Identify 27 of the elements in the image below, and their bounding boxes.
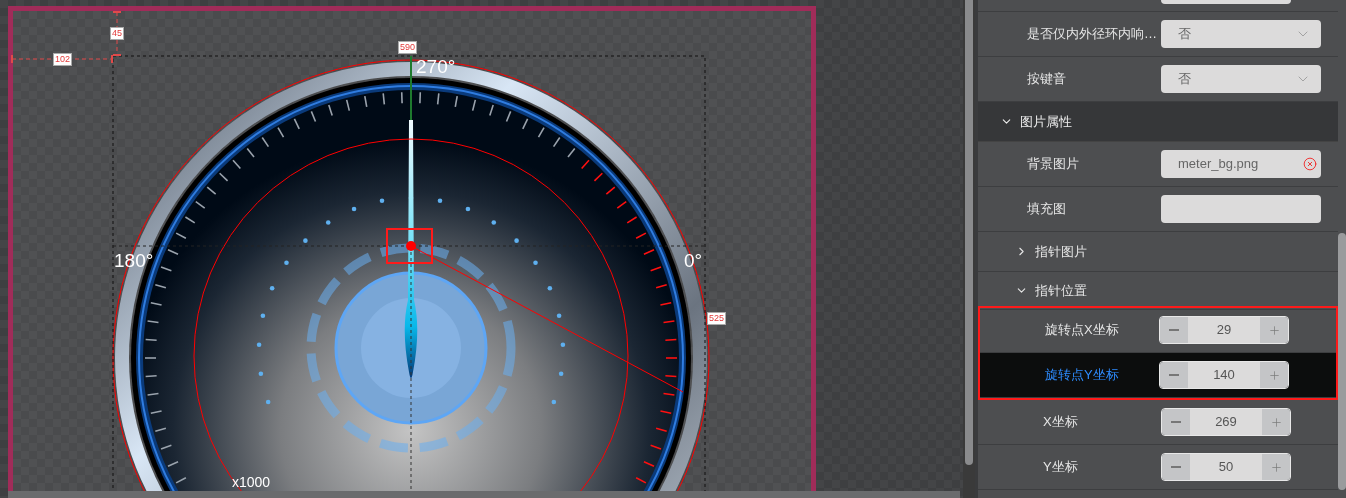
unit-label: x1000 [232,474,271,490]
property-label: Y坐标 [1043,458,1079,477]
select-field[interactable]: 否 [1161,20,1321,48]
group-header[interactable]: 指针图片 [978,232,1338,272]
select-field[interactable]: 否 [1161,65,1321,93]
property-label: 旋转点X坐标 [1045,321,1120,340]
section-header[interactable]: 图片属性 [978,102,1338,142]
group-header[interactable]: 指针位置 [978,272,1338,310]
property-label: 是否仅内外径环内响… [1027,25,1158,44]
scrollbar[interactable] [8,491,960,498]
pivot-marker [386,228,433,264]
file-field[interactable] [1161,195,1321,223]
property-label: X坐标 [1043,413,1079,432]
dimension-label: 525 [707,312,727,325]
scrollbar-thumb[interactable] [965,0,973,465]
property-label: 背景图片 [1027,155,1080,174]
file-field[interactable]: meter_bg.png [1161,150,1321,178]
number-stepper[interactable] [1161,0,1291,4]
property-label: 旋转点Y坐标 [1045,366,1120,385]
dimension-label: 102 [53,53,73,66]
property-label: 按键音 [1027,70,1067,89]
guide-line [410,55,412,121]
property-label: 填充图 [1027,200,1067,219]
dimension-label: 45 [110,27,124,40]
scrollbar-thumb[interactable] [1338,233,1346,490]
clear-icon[interactable] [1303,157,1317,171]
dimension-label: 590 [398,41,418,54]
